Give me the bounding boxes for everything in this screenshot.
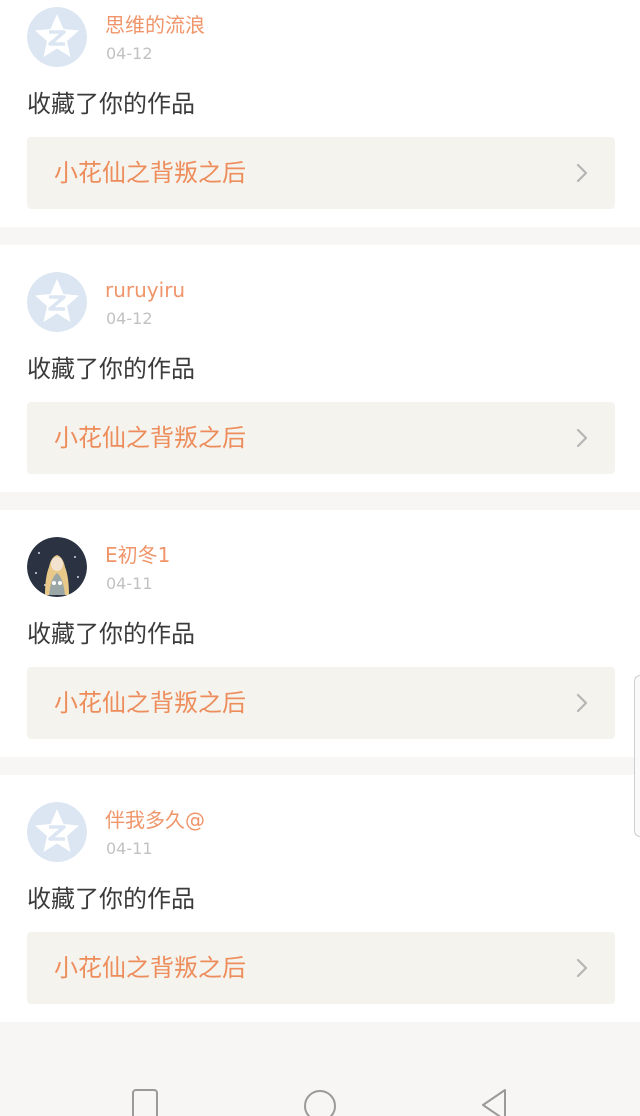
work-title: 小花仙之背叛之后	[54, 954, 246, 982]
username[interactable]: ruruyiru	[105, 277, 185, 303]
default-avatar-icon	[27, 7, 87, 67]
action-text: 收藏了你的作品	[27, 885, 195, 913]
chevron-right-icon	[576, 163, 588, 183]
username[interactable]: E初冬1	[105, 542, 170, 568]
chevron-right-icon	[576, 958, 588, 978]
work-title: 小花仙之背叛之后	[54, 424, 246, 452]
work-title: 小花仙之背叛之后	[54, 689, 246, 717]
notification-date: 04-12	[106, 309, 153, 328]
default-avatar-icon	[27, 272, 87, 332]
notification-card: ruruyiru 04-12 收藏了你的作品 小花仙之背叛之后	[0, 245, 640, 492]
notification-card: 伴我多久@ 04-11 收藏了你的作品 小花仙之背叛之后	[0, 775, 640, 1022]
avatar[interactable]	[27, 537, 87, 597]
work-title: 小花仙之背叛之后	[54, 159, 246, 187]
notification-card: 思维的流浪 04-12 收藏了你的作品 小花仙之背叛之后	[0, 0, 640, 227]
notification-date: 04-11	[106, 839, 153, 858]
work-link[interactable]: 小花仙之背叛之后	[27, 932, 615, 1004]
system-navigation-bar	[0, 1062, 640, 1116]
triangle-back-icon[interactable]	[478, 1088, 510, 1116]
edge-panel-handle[interactable]	[634, 675, 640, 837]
username[interactable]: 伴我多久@	[105, 807, 205, 833]
circle-home-icon[interactable]	[304, 1088, 336, 1116]
square-recent-apps-icon[interactable]	[130, 1088, 162, 1116]
work-link[interactable]: 小花仙之背叛之后	[27, 402, 615, 474]
action-text: 收藏了你的作品	[27, 90, 195, 118]
chevron-right-icon	[576, 428, 588, 448]
avatar[interactable]	[27, 272, 87, 332]
notification-date: 04-11	[106, 574, 153, 593]
work-link[interactable]: 小花仙之背叛之后	[27, 667, 615, 739]
default-avatar-icon	[27, 802, 87, 862]
username[interactable]: 思维的流浪	[105, 12, 205, 38]
chevron-right-icon	[576, 693, 588, 713]
anime-girl-avatar-icon	[27, 537, 87, 597]
avatar[interactable]	[27, 802, 87, 862]
action-text: 收藏了你的作品	[27, 620, 195, 648]
avatar[interactable]	[27, 7, 87, 67]
work-link[interactable]: 小花仙之背叛之后	[27, 137, 615, 209]
notification-card: E初冬1 04-11 收藏了你的作品 小花仙之背叛之后	[0, 510, 640, 757]
action-text: 收藏了你的作品	[27, 355, 195, 383]
notification-date: 04-12	[106, 44, 153, 63]
